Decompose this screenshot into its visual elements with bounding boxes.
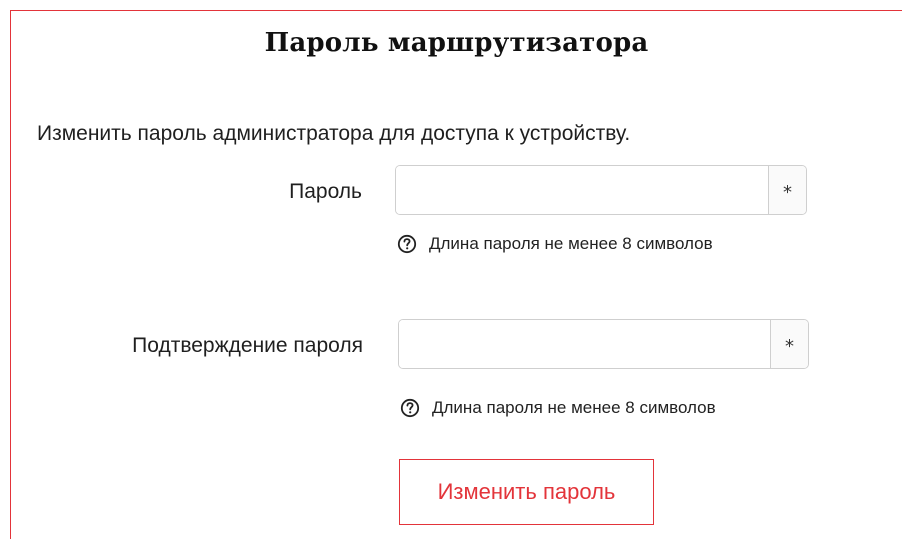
password-label: Пароль	[289, 180, 362, 203]
asterisk-icon: *	[768, 166, 806, 214]
confirm-password-input[interactable]	[399, 320, 770, 368]
question-circle-icon	[397, 234, 417, 254]
asterisk-icon: *	[770, 320, 808, 368]
confirm-password-hint-text: Длина пароля не менее 8 символов	[432, 398, 716, 417]
password-hint-text: Длина пароля не менее 8 символов	[429, 234, 713, 253]
change-password-button[interactable]: Изменить пароль	[399, 459, 654, 525]
password-input[interactable]	[396, 166, 768, 214]
confirm-password-label: Подтверждение пароля	[132, 334, 363, 357]
panel-top-border	[10, 10, 902, 11]
question-circle-icon	[400, 398, 420, 418]
panel-left-border	[10, 10, 11, 539]
password-input-group: *	[395, 165, 807, 215]
confirm-password-input-group: *	[398, 319, 809, 369]
confirm-password-hint: Длина пароля не менее 8 символов	[400, 398, 716, 418]
password-hint: Длина пароля не менее 8 символов	[397, 234, 713, 254]
page-title: Пароль маршрутизатора	[264, 28, 649, 58]
form-description: Изменить пароль администратора для досту…	[37, 122, 631, 145]
